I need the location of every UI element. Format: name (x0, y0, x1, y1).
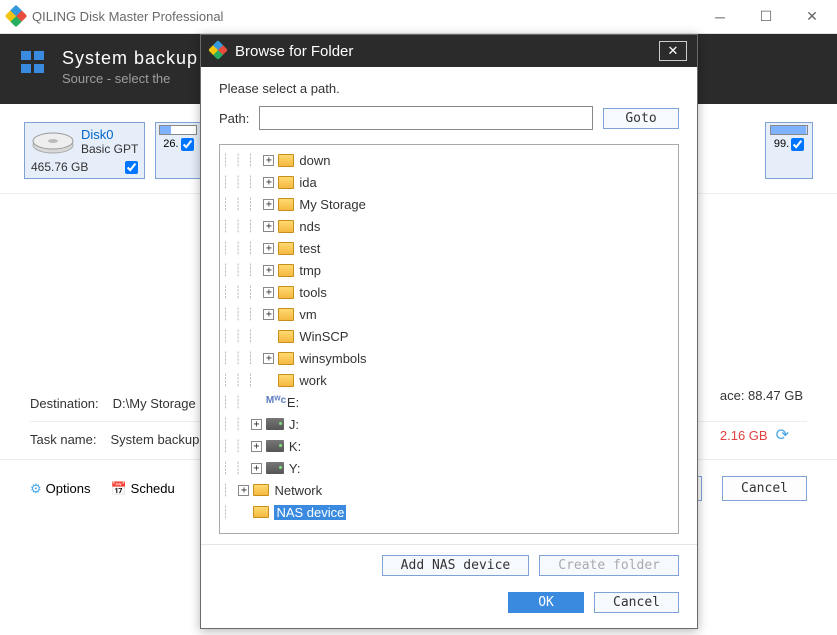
tree-item-label: E: (287, 395, 299, 410)
create-folder-button: Create folder (539, 555, 679, 576)
tree-item[interactable]: ┊ ┊ ┊ +nds (222, 215, 676, 237)
tree-item-label: nds (299, 219, 320, 234)
expand-icon[interactable] (263, 375, 274, 386)
tree-item[interactable]: ┊ ┊ ┊ work (222, 369, 676, 391)
tree-item-label: WinSCP (299, 329, 348, 344)
folder-icon (278, 176, 294, 189)
dialog-close-button[interactable]: ✕ (659, 41, 687, 61)
folder-tree[interactable]: ┊ ┊ ┊ +down┊ ┊ ┊ +ida┊ ┊ ┊ +My Storage┊ … (219, 144, 679, 534)
cancel-button[interactable]: Cancel (594, 592, 679, 613)
folder-icon (278, 220, 294, 233)
folder-icon (278, 286, 294, 299)
expand-icon[interactable]: + (251, 441, 262, 452)
dialog-prompt: Please select a path. (219, 81, 679, 96)
ok-button[interactable]: OK (508, 592, 584, 613)
drive-icon (266, 418, 284, 430)
expand-icon[interactable]: + (238, 485, 249, 496)
tree-item-label: vm (299, 307, 316, 322)
network-icon (253, 484, 269, 497)
expand-icon[interactable]: + (263, 199, 274, 210)
network-icon (253, 506, 269, 519)
expand-icon[interactable] (263, 331, 274, 342)
tree-item[interactable]: ┊ ┊ ┊ +down (222, 149, 676, 171)
expand-icon[interactable]: + (251, 463, 262, 474)
tree-item-label: tmp (299, 263, 321, 278)
tree-item[interactable]: ┊ ┊ ┊ +tools (222, 281, 676, 303)
browse-folder-dialog: Browse for Folder ✕ Please select a path… (200, 34, 698, 629)
tree-item[interactable]: ┊ ┊ +Y: (222, 457, 676, 479)
goto-button[interactable]: Goto (603, 108, 679, 129)
tree-item-label: test (299, 241, 320, 256)
expand-icon[interactable]: + (263, 177, 274, 188)
folder-icon (278, 154, 294, 167)
expand-icon[interactable]: + (263, 155, 274, 166)
path-label: Path: (219, 111, 249, 126)
tree-item-label: down (299, 153, 330, 168)
tree-item-label: Network (274, 483, 322, 498)
expand-icon[interactable] (238, 507, 249, 518)
tree-item-label: J: (289, 417, 299, 432)
tree-item[interactable]: ┊ ┊ ┊ WinSCP (222, 325, 676, 347)
folder-icon (278, 374, 294, 387)
tree-item[interactable]: ┊ ┊ ┊ +vm (222, 303, 676, 325)
tree-item[interactable]: ┊ NAS device (222, 501, 676, 523)
dvd-icon: Mᵂc (266, 395, 282, 409)
dialog-logo-icon (211, 43, 227, 59)
folder-icon (278, 330, 294, 343)
tree-item-label: My Storage (299, 197, 365, 212)
expand-icon[interactable]: + (263, 243, 274, 254)
tree-item-label: ida (299, 175, 316, 190)
expand-icon[interactable]: + (263, 221, 274, 232)
tree-item[interactable]: ┊ ┊ ┊ +My Storage (222, 193, 676, 215)
tree-item-label: Y: (289, 461, 301, 476)
expand-icon[interactable]: + (263, 353, 274, 364)
expand-icon[interactable]: + (263, 287, 274, 298)
drive-icon (266, 440, 284, 452)
tree-item[interactable]: ┊ ┊ ┊ +test (222, 237, 676, 259)
tree-item[interactable]: ┊ +Network (222, 479, 676, 501)
expand-icon[interactable] (251, 397, 262, 408)
expand-icon[interactable]: + (263, 265, 274, 276)
path-input[interactable] (259, 106, 593, 130)
folder-icon (278, 308, 294, 321)
tree-item-label: work (299, 373, 326, 388)
tree-item[interactable]: ┊ ┊ +J: (222, 413, 676, 435)
tree-item-label: winsymbols (299, 351, 366, 366)
folder-icon (278, 198, 294, 211)
add-nas-button[interactable]: Add NAS device (382, 555, 530, 576)
tree-item[interactable]: ┊ ┊ ┊ +tmp (222, 259, 676, 281)
tree-item[interactable]: ┊ ┊ ┊ +winsymbols (222, 347, 676, 369)
folder-icon (278, 242, 294, 255)
tree-item[interactable]: ┊ ┊ ┊ +ida (222, 171, 676, 193)
folder-icon (278, 352, 294, 365)
dialog-titlebar: Browse for Folder ✕ (201, 35, 697, 67)
tree-item-label: NAS device (274, 505, 346, 520)
tree-item-label: K: (289, 439, 301, 454)
tree-item[interactable]: ┊ ┊ +K: (222, 435, 676, 457)
dialog-title: Browse for Folder (235, 43, 353, 60)
folder-icon (278, 264, 294, 277)
tree-item-label: tools (299, 285, 326, 300)
tree-item[interactable]: ┊ ┊ MᵂcE: (222, 391, 676, 413)
drive-icon (266, 462, 284, 474)
expand-icon[interactable]: + (263, 309, 274, 320)
expand-icon[interactable]: + (251, 419, 262, 430)
